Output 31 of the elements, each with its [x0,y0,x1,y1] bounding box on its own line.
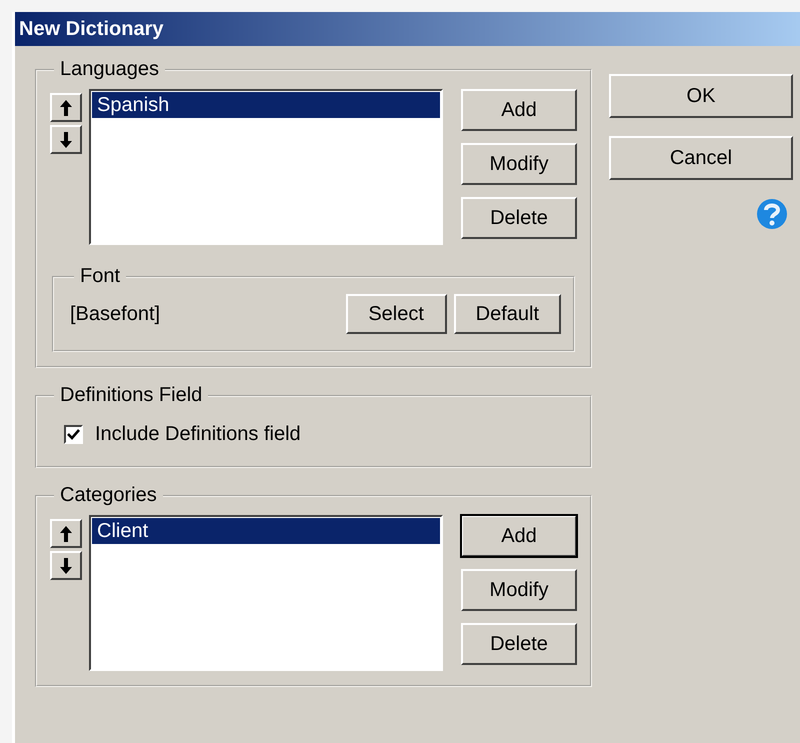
move-up-button[interactable] [50,93,82,122]
modify-button[interactable]: Modify [461,569,577,611]
ok-button[interactable]: OK [609,74,793,118]
down-arrow-icon [59,130,73,148]
group-label: Languages [59,58,160,81]
list-box[interactable]: Spanish [89,89,443,245]
move-down-button[interactable] [50,125,82,154]
down-arrow-icon [59,556,73,574]
add-button[interactable]: Add [461,515,577,557]
list-box[interactable]: Client [89,515,443,671]
add-button[interactable]: Add [461,89,577,131]
list-item[interactable]: Spanish [92,92,440,118]
group-label: Definitions Field [59,384,204,407]
font-name: [Basefont] [70,302,162,326]
list-item[interactable]: Client [92,518,440,544]
checkbox[interactable] [64,425,83,444]
delete-button[interactable]: Delete [461,623,577,665]
move-up-button[interactable] [50,519,82,548]
window-title: New Dictionary [19,18,164,40]
group-label: Font [79,265,122,288]
default-button[interactable]: Default [454,294,561,334]
select-button[interactable]: Select [346,294,447,334]
move-down-button[interactable] [50,551,82,580]
up-arrow-icon [59,98,73,116]
delete-button[interactable]: Delete [461,197,577,239]
up-arrow-icon [59,524,73,542]
group-label: Categories [59,484,158,507]
help-icon[interactable] [756,198,788,230]
checkbox-label[interactable]: Include Definitions field [95,423,301,446]
cancel-button[interactable]: Cancel [609,136,793,180]
modify-button[interactable]: Modify [461,143,577,185]
